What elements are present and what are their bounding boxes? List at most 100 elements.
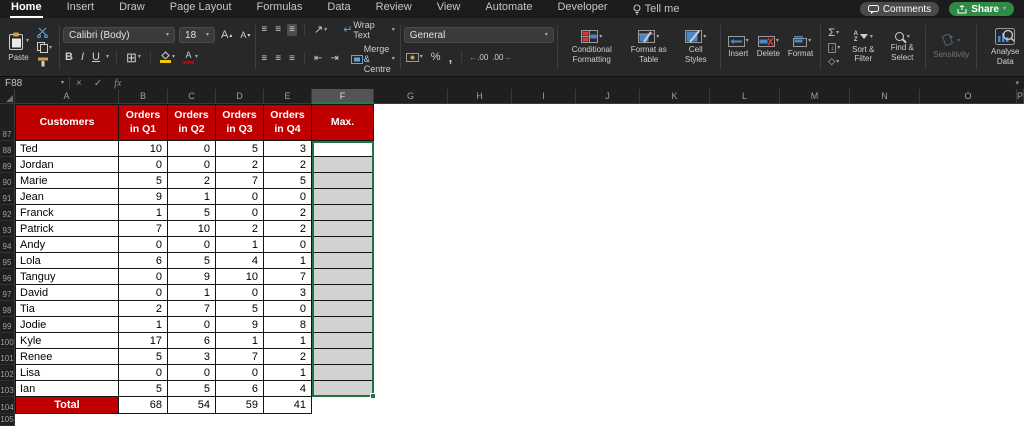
row-header-103[interactable]: 103 bbox=[0, 381, 15, 397]
format-painter-button[interactable] bbox=[35, 57, 54, 67]
cell-E98[interactable]: 0 bbox=[264, 301, 312, 317]
comments-button[interactable]: Comments bbox=[860, 2, 939, 16]
col-header-n[interactable]: N bbox=[850, 89, 920, 104]
cell-total-label[interactable]: Total bbox=[15, 397, 119, 414]
cell-D103[interactable]: 6 bbox=[216, 381, 264, 397]
cell-A100[interactable]: Kyle bbox=[15, 333, 119, 349]
cell-A92[interactable]: Franck bbox=[15, 205, 119, 221]
cell-A89[interactable]: Jordan bbox=[15, 157, 119, 173]
cell-E101[interactable]: 2 bbox=[264, 349, 312, 365]
align-middle-button[interactable]: ≡ bbox=[273, 24, 283, 36]
cell-B94[interactable]: 0 bbox=[119, 237, 168, 253]
cell-D94[interactable]: 1 bbox=[216, 237, 264, 253]
delete-cells-button[interactable]: ▾ Delete bbox=[755, 35, 782, 59]
number-format-select[interactable]: General ▾ bbox=[404, 27, 554, 43]
col-header-m[interactable]: M bbox=[780, 89, 850, 104]
col-header-o[interactable]: O bbox=[920, 89, 1017, 104]
cell-styles-button[interactable]: ▾ Cell Styles bbox=[677, 29, 715, 64]
row-header-100[interactable]: 100 bbox=[0, 333, 15, 349]
cell-A88[interactable]: Ted bbox=[15, 141, 119, 157]
accounting-format-button[interactable]: ▾ bbox=[404, 53, 425, 62]
cell-C103[interactable]: 5 bbox=[168, 381, 216, 397]
cell-A103[interactable]: Ian bbox=[15, 381, 119, 397]
cell-E102[interactable]: 1 bbox=[264, 365, 312, 381]
share-button[interactable]: Share ▾ bbox=[949, 2, 1014, 16]
cell-F100[interactable] bbox=[312, 333, 374, 349]
insert-cells-button[interactable]: ▾ Insert bbox=[726, 35, 751, 59]
cell-E99[interactable]: 8 bbox=[264, 317, 312, 333]
tab-review[interactable]: Review bbox=[375, 0, 413, 18]
row-header-105[interactable]: 105 bbox=[0, 414, 15, 426]
cell-D93[interactable]: 2 bbox=[216, 221, 264, 237]
align-right-button[interactable]: ≡ bbox=[287, 53, 297, 65]
cell-B95[interactable]: 6 bbox=[119, 253, 168, 269]
row-header-90[interactable]: 90 bbox=[0, 173, 15, 189]
wrap-text-button[interactable]: ↵ Wrap Text ▾ bbox=[341, 20, 397, 40]
cell-D99[interactable]: 9 bbox=[216, 317, 264, 333]
cell-B100[interactable]: 17 bbox=[119, 333, 168, 349]
font-size-select[interactable]: 18 ▾ bbox=[179, 27, 215, 43]
shrink-font-button[interactable]: A▾ bbox=[238, 31, 252, 40]
cell-C100[interactable]: 6 bbox=[168, 333, 216, 349]
select-all-button[interactable] bbox=[0, 89, 15, 104]
cell-B103[interactable]: 5 bbox=[119, 381, 168, 397]
cell-C93[interactable]: 10 bbox=[168, 221, 216, 237]
decrease-indent-button[interactable]: ⇤ bbox=[312, 53, 324, 65]
row-header-98[interactable]: 98 bbox=[0, 301, 15, 317]
cell-B104-total[interactable]: 68 bbox=[119, 397, 168, 414]
header-orders-q2[interactable]: Orders in Q2 bbox=[168, 104, 216, 141]
orientation-button[interactable]: ↗▾ bbox=[312, 25, 329, 36]
conditional-formatting-button[interactable]: ▾ Conditional Formatting bbox=[563, 29, 621, 64]
cell-D98[interactable]: 5 bbox=[216, 301, 264, 317]
cell-F89[interactable] bbox=[312, 157, 374, 173]
row-header-99[interactable]: 99 bbox=[0, 317, 15, 333]
autosum-button[interactable]: Σ▾ bbox=[826, 28, 842, 39]
font-color-button[interactable]: A▾ bbox=[181, 51, 200, 64]
name-box[interactable]: F88 ▾ bbox=[0, 77, 70, 89]
cell-F97[interactable] bbox=[312, 285, 374, 301]
header-orders-q1[interactable]: Orders in Q1 bbox=[119, 104, 168, 141]
bold-button[interactable]: B bbox=[63, 51, 75, 63]
cell-A91[interactable]: Jean bbox=[15, 189, 119, 205]
tab-data[interactable]: Data bbox=[326, 0, 351, 18]
header-customers[interactable]: Customers bbox=[15, 104, 119, 141]
cell-B99[interactable]: 1 bbox=[119, 317, 168, 333]
cell-A98[interactable]: Tia bbox=[15, 301, 119, 317]
cell-F99[interactable] bbox=[312, 317, 374, 333]
col-header-l[interactable]: L bbox=[710, 89, 780, 104]
col-header-k[interactable]: K bbox=[640, 89, 710, 104]
sort-filter-button[interactable]: AZ ▾ Sort & Filter bbox=[846, 30, 880, 64]
cell-F95[interactable] bbox=[312, 253, 374, 269]
cell-A90[interactable]: Marie bbox=[15, 173, 119, 189]
enter-icon[interactable]: ✓ bbox=[88, 78, 108, 89]
cell-D92[interactable]: 0 bbox=[216, 205, 264, 221]
cell-D97[interactable]: 0 bbox=[216, 285, 264, 301]
cell-F92[interactable] bbox=[312, 205, 374, 221]
grow-font-button[interactable]: A▴ bbox=[219, 30, 234, 41]
cell-A95[interactable]: Lola bbox=[15, 253, 119, 269]
col-header-b[interactable]: B bbox=[119, 89, 168, 104]
cell-D101[interactable]: 7 bbox=[216, 349, 264, 365]
align-center-button[interactable]: ≡ bbox=[273, 53, 283, 65]
cell-D95[interactable]: 4 bbox=[216, 253, 264, 269]
cell-C98[interactable]: 7 bbox=[168, 301, 216, 317]
cell-D102[interactable]: 0 bbox=[216, 365, 264, 381]
cell-D91[interactable]: 0 bbox=[216, 189, 264, 205]
increase-indent-button[interactable]: ⇥ bbox=[328, 53, 340, 65]
tab-page-layout[interactable]: Page Layout bbox=[169, 0, 233, 18]
paste-button[interactable]: ▾ Paste bbox=[6, 31, 31, 63]
row-header-101[interactable]: 101 bbox=[0, 349, 15, 365]
header-orders-q4[interactable]: Orders in Q4 bbox=[264, 104, 312, 141]
font-name-select[interactable]: Calibri (Body) ▾ bbox=[63, 27, 175, 43]
cell-F96[interactable] bbox=[312, 269, 374, 285]
cell-B89[interactable]: 0 bbox=[119, 157, 168, 173]
row-header-94[interactable]: 94 bbox=[0, 237, 15, 253]
row-header-87[interactable]: 87 bbox=[0, 104, 15, 141]
borders-button[interactable]: ⊞▾ bbox=[124, 51, 143, 64]
comma-style-button[interactable]: , bbox=[447, 50, 455, 65]
merge-centre-button[interactable]: Merge & Centre ▾ bbox=[349, 44, 397, 74]
cell-F102[interactable] bbox=[312, 365, 374, 381]
cell-C95[interactable]: 5 bbox=[168, 253, 216, 269]
row-header-92[interactable]: 92 bbox=[0, 205, 15, 221]
cell-C97[interactable]: 1 bbox=[168, 285, 216, 301]
